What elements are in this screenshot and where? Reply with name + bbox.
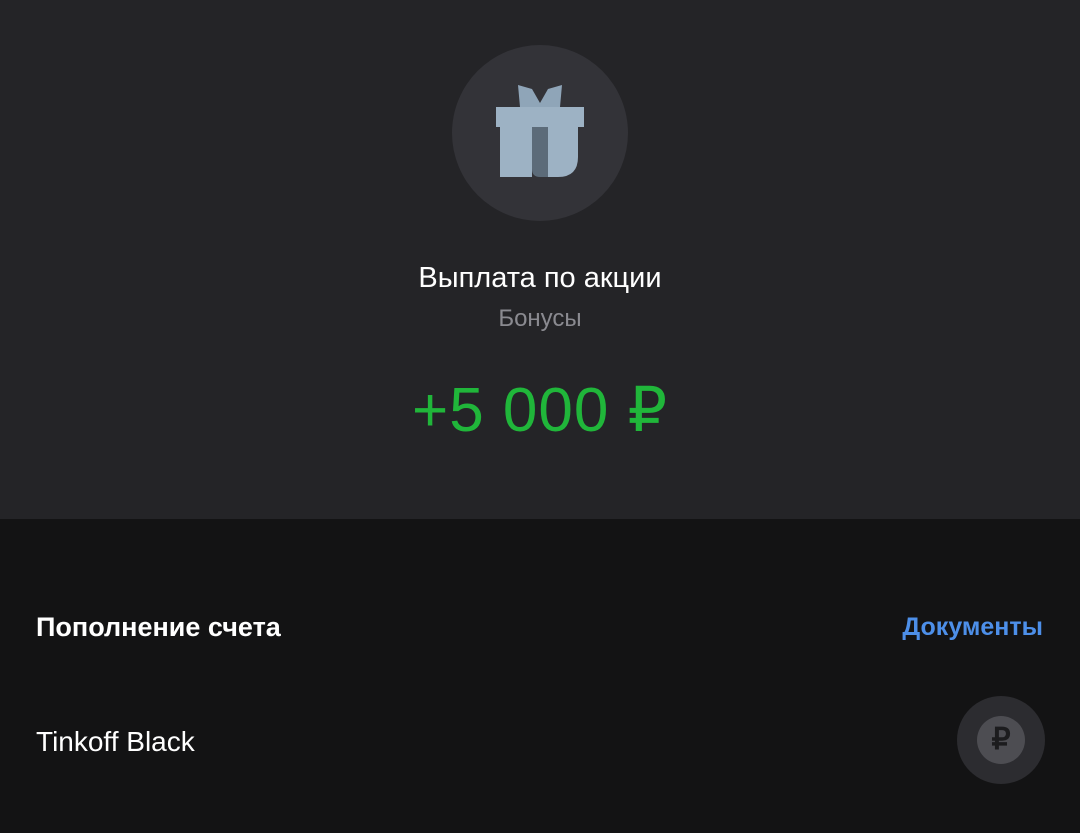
ruble-icon: ₽: [977, 716, 1025, 764]
operation-header: Выплата по акции Бонусы +5 000 ₽: [0, 0, 1080, 519]
operation-category: Бонусы: [498, 305, 582, 332]
account-name[interactable]: Tinkoff Black: [36, 722, 195, 762]
documents-link[interactable]: Документы: [902, 609, 1043, 645]
account-avatar[interactable]: ₽: [957, 696, 1045, 784]
operation-title: Выплата по акции: [418, 262, 662, 294]
operation-amount: +5 000 ₽: [411, 376, 669, 445]
section-title: Пополнение счета: [36, 612, 281, 642]
category-avatar: [452, 45, 628, 221]
gift-icon: [496, 85, 584, 177]
